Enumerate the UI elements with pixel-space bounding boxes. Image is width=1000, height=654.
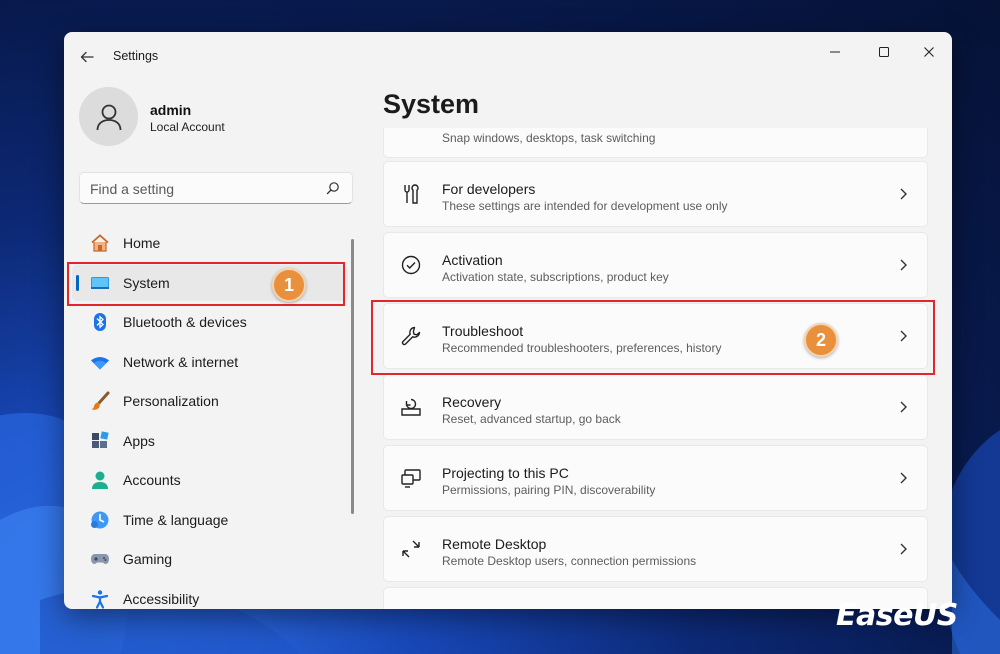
wifi-icon: [90, 352, 110, 372]
card-title: Troubleshoot: [442, 323, 524, 339]
sidebar-scrollbar[interactable]: [351, 239, 354, 514]
sidebar-item-label: Gaming: [123, 551, 173, 567]
settings-window: Settings admin Local Account Find a sett…: [64, 32, 952, 609]
close-button[interactable]: [913, 38, 945, 66]
easeus-logo: EaseUS: [836, 598, 958, 633]
sidebar-item-label: Network & internet: [123, 354, 239, 370]
sidebar-item-time-language[interactable]: Time & language: [72, 502, 348, 538]
step-badge-2: 2: [804, 323, 838, 357]
person-icon: [96, 104, 121, 130]
avatar: [79, 87, 138, 146]
minimize-button[interactable]: [819, 38, 851, 66]
card-title: Activation: [442, 252, 503, 268]
settings-card-recovery[interactable]: Recovery Reset, advanced startup, go bac…: [383, 374, 928, 440]
sidebar-item-label: Apps: [123, 433, 155, 449]
system-icon: [90, 273, 110, 293]
back-arrow-icon: [80, 51, 94, 63]
bluetooth-icon: [90, 312, 110, 332]
sidebar-item-system[interactable]: System: [72, 265, 348, 301]
maximize-button[interactable]: [868, 38, 900, 66]
brush-icon: [90, 391, 110, 411]
settings-card-for-developers[interactable]: For developers These settings are intend…: [383, 161, 928, 227]
sidebar-nav: Home System Bluetooth & devices Network …: [68, 225, 348, 609]
card-title: Remote Desktop: [442, 536, 547, 552]
logo-text: EaseUS: [836, 598, 958, 633]
remote-desktop-icon: [400, 538, 422, 560]
accessibility-icon: [90, 589, 110, 609]
card-title: Recovery: [442, 394, 502, 410]
apps-icon: [90, 431, 110, 451]
settings-card-activation[interactable]: Activation Activation state, subscriptio…: [383, 232, 928, 298]
gaming-icon: [90, 549, 110, 569]
search-input[interactable]: [90, 179, 310, 199]
settings-card-projecting[interactable]: Projecting to this PC Permissions, pairi…: [383, 445, 928, 511]
chevron-right-icon: [895, 257, 911, 273]
user-name: admin: [150, 102, 192, 118]
activation-check-icon: [400, 254, 422, 276]
card-title: For developers: [442, 181, 536, 197]
sidebar-item-accounts[interactable]: Accounts: [72, 462, 348, 498]
card-description: Reset, advanced startup, go back: [442, 412, 621, 426]
sidebar-item-network[interactable]: Network & internet: [72, 344, 348, 380]
card-description: Recommended troubleshooters, preferences…: [442, 341, 722, 355]
sidebar-item-label: Time & language: [123, 512, 229, 528]
sidebar-item-label: Accounts: [123, 472, 181, 488]
title-bar: Settings: [64, 32, 952, 80]
accounts-icon: [90, 470, 110, 490]
card-description: Remote Desktop users, connection permiss…: [442, 554, 697, 568]
settings-card-remote-desktop[interactable]: Remote Desktop Remote Desktop users, con…: [383, 516, 928, 582]
maximize-icon: [879, 47, 889, 57]
sidebar-item-label: System: [123, 275, 170, 291]
sidebar-item-home[interactable]: Home: [72, 225, 348, 261]
card-description: Activation state, subscriptions, product…: [442, 270, 669, 284]
close-icon: [924, 47, 934, 57]
sidebar-item-label: Personalization: [123, 393, 219, 409]
chevron-right-icon: [895, 541, 911, 557]
chevron-right-icon: [895, 328, 911, 344]
recovery-icon: [400, 396, 422, 418]
sidebar-item-gaming[interactable]: Gaming: [72, 541, 348, 577]
developer-tools-icon: [400, 183, 422, 205]
app-title: Settings: [113, 49, 159, 63]
card-title: Projecting to this PC: [442, 465, 569, 481]
chevron-right-icon: [895, 186, 911, 202]
card-description: These settings are intended for developm…: [442, 199, 728, 213]
search-box[interactable]: [79, 172, 353, 204]
page-title: System: [383, 89, 480, 119]
sidebar-item-apps[interactable]: Apps: [72, 423, 348, 459]
sidebar-item-label: Bluetooth & devices: [123, 314, 247, 330]
settings-card-multitasking[interactable]: Snap windows, desktops, task switching: [383, 128, 928, 158]
settings-card-troubleshoot[interactable]: Troubleshoot Recommended troubleshooters…: [383, 303, 928, 369]
settings-list: Snap windows, desktops, task switching F…: [383, 128, 928, 609]
sidebar-item-label: Home: [123, 235, 161, 251]
back-button[interactable]: [76, 46, 98, 68]
sidebar-item-label: Accessibility: [123, 591, 200, 607]
sidebar-item-bluetooth[interactable]: Bluetooth & devices: [72, 304, 348, 340]
chevron-right-icon: [895, 399, 911, 415]
projecting-icon: [400, 467, 422, 489]
step-badge-1: 1: [272, 268, 306, 302]
home-icon: [90, 233, 110, 253]
chevron-right-icon: [895, 470, 911, 486]
search-icon[interactable]: [326, 181, 340, 195]
sidebar-item-personalization[interactable]: Personalization: [72, 383, 348, 419]
minimize-icon: [830, 51, 840, 53]
card-description: Snap windows, desktops, task switching: [442, 131, 656, 145]
wrench-icon: [400, 325, 422, 347]
time-language-icon: [90, 510, 110, 530]
account-type: Local Account: [150, 120, 225, 134]
sidebar-item-accessibility[interactable]: Accessibility: [72, 581, 348, 609]
card-description: Permissions, pairing PIN, discoverabilit…: [442, 483, 656, 497]
selection-indicator: [76, 275, 79, 291]
